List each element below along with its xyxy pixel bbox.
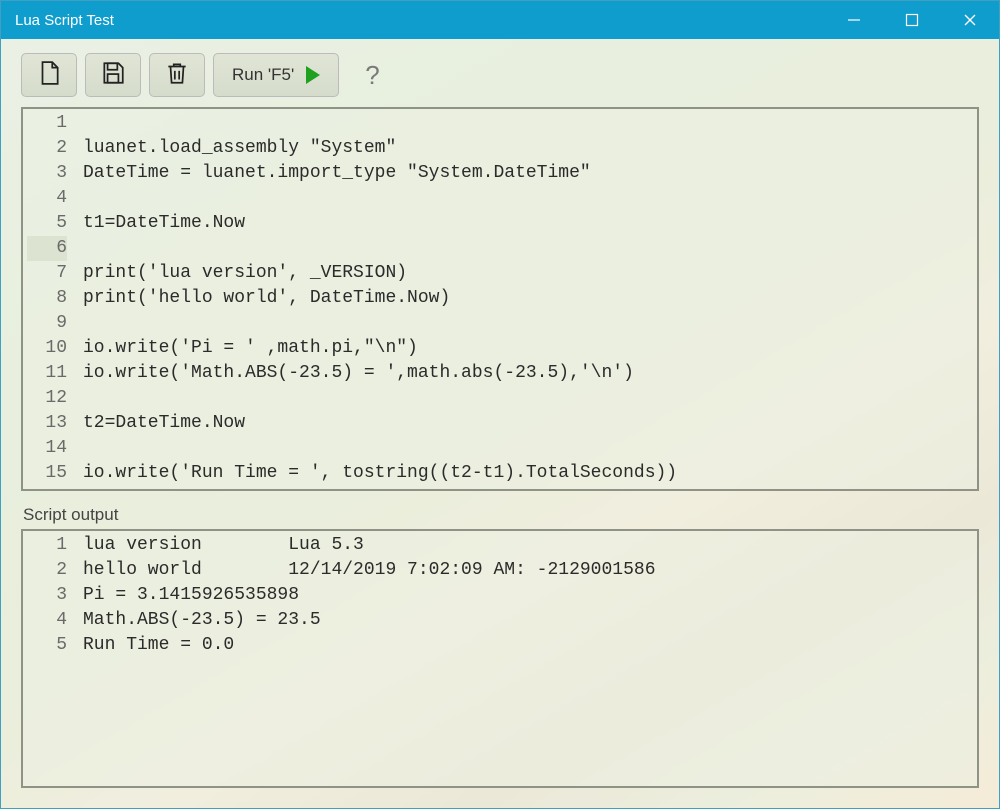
help-button[interactable]: ? — [365, 60, 379, 91]
editor-gutter: 123456789101112131415 — [23, 109, 77, 488]
new-button[interactable] — [21, 53, 77, 97]
window-controls — [825, 1, 999, 39]
close-button[interactable] — [941, 1, 999, 39]
script-editor[interactable]: 123456789101112131415 luanet.load_assemb… — [21, 107, 979, 491]
toolbar: Run 'F5' ? — [21, 53, 979, 97]
output-gutter: 12345 — [23, 531, 77, 660]
play-icon — [306, 66, 320, 84]
save-icon — [100, 60, 126, 91]
app-window: Lua Script Test — [0, 0, 1000, 809]
delete-button[interactable] — [149, 53, 205, 97]
save-button[interactable] — [85, 53, 141, 97]
maximize-button[interactable] — [883, 1, 941, 39]
editor-code[interactable]: luanet.load_assembly "System"DateTime = … — [77, 109, 683, 488]
window-title: Lua Script Test — [15, 12, 825, 29]
output-pane[interactable]: 12345 lua version Lua 5.3hello world 12/… — [21, 529, 979, 788]
trash-icon — [164, 60, 190, 91]
content-area: Run 'F5' ? 123456789101112131415 luanet.… — [1, 39, 999, 808]
minimize-button[interactable] — [825, 1, 883, 39]
run-button[interactable]: Run 'F5' — [213, 53, 339, 97]
document-icon — [36, 60, 62, 91]
titlebar[interactable]: Lua Script Test — [1, 1, 999, 39]
output-label: Script output — [23, 505, 979, 525]
output-text: lua version Lua 5.3hello world 12/14/201… — [77, 531, 662, 660]
run-label: Run 'F5' — [232, 65, 294, 85]
